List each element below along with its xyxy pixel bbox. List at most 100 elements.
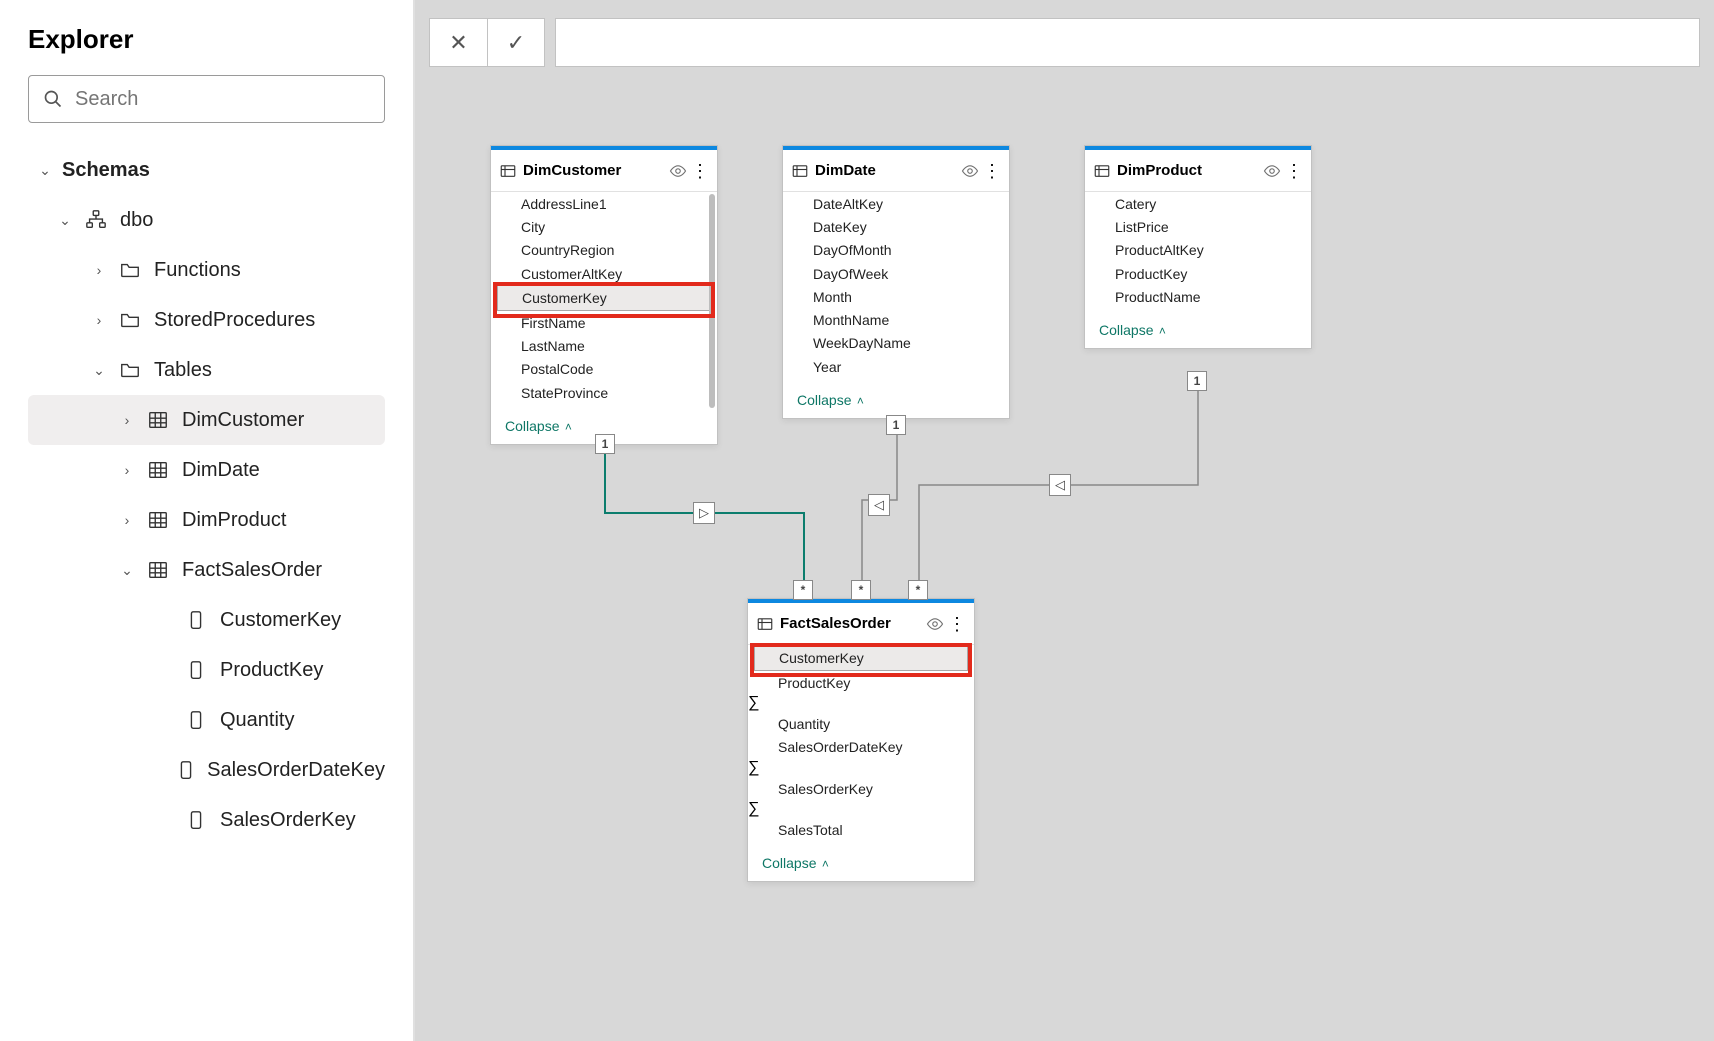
more-icon[interactable]: ⋮: [1285, 162, 1303, 180]
table-icon: [1093, 162, 1111, 180]
tree-column[interactable]: · SalesOrderDateKey: [28, 745, 385, 795]
tree-folder-tables[interactable]: ⌄ Tables: [28, 345, 385, 395]
column-item[interactable]: Year: [783, 355, 1009, 378]
visibility-icon[interactable]: [1263, 162, 1281, 180]
tree-label: Schemas: [62, 159, 150, 182]
column-item[interactable]: SalesTotal: [748, 818, 974, 841]
folder-icon: [116, 309, 144, 331]
card-title: DimProduct: [1117, 162, 1263, 179]
column-item[interactable]: Catery: [1085, 192, 1311, 215]
filter-direction-icon: ◁: [1049, 474, 1071, 496]
column-item[interactable]: ProductName: [1085, 285, 1311, 308]
column-item[interactable]: LastName: [491, 334, 717, 357]
explorer-title: Explorer: [28, 24, 385, 55]
column-icon: [182, 609, 210, 631]
column-item[interactable]: SalesOrderDateKey: [748, 736, 974, 759]
table-card-dimdate[interactable]: DimDate ⋮ DateAltKey DateKey DayOfMonth …: [782, 145, 1010, 419]
tree-table-factsalesorder[interactable]: ⌄ FactSalesOrder: [28, 545, 385, 595]
more-icon[interactable]: ⋮: [691, 162, 709, 180]
table-card-dimproduct[interactable]: DimProduct ⋮ Catery ListPrice ProductAlt…: [1084, 145, 1312, 349]
table-icon: [499, 162, 517, 180]
tree-label: Quantity: [220, 709, 294, 732]
column-item[interactable]: ProductKey: [748, 671, 974, 694]
column-icon: [182, 809, 210, 831]
schema-tree: ⌄ Schemas ⌄ dbo › Functions › StoredProc…: [28, 145, 385, 845]
column-item[interactable]: SalesOrderKey: [748, 777, 974, 800]
collapse-link[interactable]: Collapse ˄: [783, 384, 1009, 418]
column-item[interactable]: DateKey: [783, 215, 1009, 238]
formula-input[interactable]: [555, 18, 1700, 67]
check-icon: ✓: [507, 30, 525, 56]
search-box[interactable]: [28, 75, 385, 123]
collapse-link[interactable]: Collapse ˄: [748, 847, 974, 881]
tree-folder-functions[interactable]: › Functions: [28, 245, 385, 295]
column-item[interactable]: FirstName: [491, 311, 717, 334]
column-item[interactable]: DayOfMonth: [783, 239, 1009, 262]
tree-column[interactable]: · Quantity: [28, 695, 385, 745]
visibility-icon[interactable]: [669, 162, 687, 180]
tree-schema-dbo[interactable]: ⌄ dbo: [28, 195, 385, 245]
column-item[interactable]: Quantity: [748, 712, 974, 735]
column-item[interactable]: CountryRegion: [491, 239, 717, 262]
table-card-factsalesorder[interactable]: FactSalesOrder ⋮ CustomerKey ProductKey …: [747, 598, 975, 882]
cardinality-many: *: [851, 580, 871, 600]
filter-direction-icon: ◁: [868, 494, 890, 516]
tree-label: StoredProcedures: [154, 309, 315, 332]
column-item[interactable]: DayOfWeek: [783, 262, 1009, 285]
schema-icon: [82, 209, 110, 231]
tree-label: SalesOrderKey: [220, 809, 356, 832]
tree-column[interactable]: · CustomerKey: [28, 595, 385, 645]
column-item-selected[interactable]: CustomerKey: [754, 645, 968, 671]
table-icon: [144, 509, 172, 531]
tree-label: DimProduct: [182, 509, 286, 532]
tree-table-dimcustomer[interactable]: › DimCustomer: [28, 395, 385, 445]
tree-table-dimproduct[interactable]: › DimProduct: [28, 495, 385, 545]
sigma-icon: ∑: [748, 800, 759, 817]
column-item[interactable]: ProductAltKey: [1085, 239, 1311, 262]
column-item[interactable]: ProductKey: [1085, 262, 1311, 285]
column-item[interactable]: DateAltKey: [783, 192, 1009, 215]
more-icon[interactable]: ⋮: [948, 615, 966, 633]
close-icon: ✕: [449, 30, 467, 56]
card-title: DimCustomer: [523, 162, 669, 179]
cancel-button[interactable]: ✕: [429, 18, 487, 67]
tree-label: Tables: [154, 359, 212, 382]
sigma-icon: ∑: [748, 759, 759, 776]
folder-icon: [116, 359, 144, 381]
tree-label: ProductKey: [220, 659, 323, 682]
table-card-dimcustomer[interactable]: DimCustomer ⋮ AddressLine1 City CountryR…: [490, 145, 718, 445]
tree-schemas[interactable]: ⌄ Schemas: [28, 145, 385, 195]
visibility-icon[interactable]: [961, 162, 979, 180]
column-item[interactable]: ListPrice: [1085, 215, 1311, 238]
card-title: DimDate: [815, 162, 961, 179]
tree-label: CustomerKey: [220, 609, 341, 632]
column-item[interactable]: CustomerAltKey: [491, 262, 717, 285]
column-item[interactable]: MonthName: [783, 308, 1009, 331]
column-item[interactable]: PostalCode: [491, 358, 717, 381]
cardinality-many: *: [793, 580, 813, 600]
column-item-selected[interactable]: CustomerKey: [497, 285, 711, 311]
tree-column[interactable]: · SalesOrderKey: [28, 795, 385, 845]
tree-folder-storedprocedures[interactable]: › StoredProcedures: [28, 295, 385, 345]
column-item[interactable]: City: [491, 215, 717, 238]
visibility-icon[interactable]: [926, 615, 944, 633]
column-item[interactable]: Month: [783, 285, 1009, 308]
column-item[interactable]: AddressLine1: [491, 192, 717, 215]
tree-label: SalesOrderDateKey: [207, 759, 385, 782]
tree-table-dimdate[interactable]: › DimDate: [28, 445, 385, 495]
collapse-link[interactable]: Collapse ˄: [491, 410, 717, 444]
model-canvas[interactable]: ✕ ✓ DimCustomer ⋮ AddressLine1 City Coun…: [415, 0, 1714, 1041]
column-icon: [175, 759, 197, 781]
more-icon[interactable]: ⋮: [983, 162, 1001, 180]
table-icon: [144, 409, 172, 431]
search-input[interactable]: [73, 87, 370, 112]
column-item[interactable]: StateProvince: [491, 381, 717, 404]
table-icon: [791, 162, 809, 180]
collapse-link[interactable]: Collapse ˄: [1085, 314, 1311, 348]
tree-label: DimDate: [182, 459, 260, 482]
column-item[interactable]: WeekDayName: [783, 332, 1009, 355]
tree-label: DimCustomer: [182, 409, 304, 432]
commit-button[interactable]: ✓: [487, 18, 545, 67]
tree-column[interactable]: · ProductKey: [28, 645, 385, 695]
search-icon: [43, 89, 63, 109]
